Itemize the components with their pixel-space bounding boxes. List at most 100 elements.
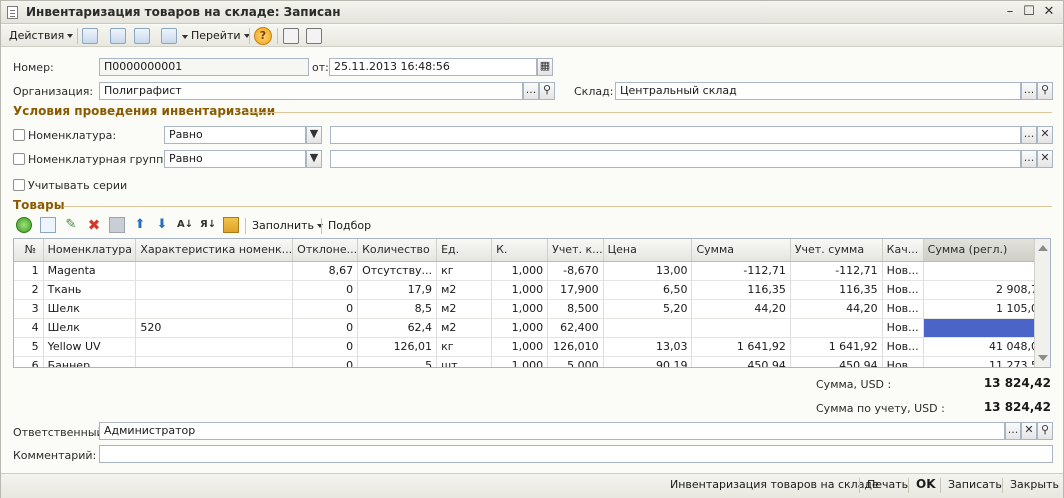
table-cell[interactable]: Ткань bbox=[43, 280, 137, 300]
move-down-icon[interactable]: ⬇ bbox=[154, 217, 170, 233]
post-close-icon[interactable] bbox=[82, 28, 98, 44]
group-clear-icon[interactable]: ✕ bbox=[1037, 150, 1053, 168]
column-header[interactable]: Учет. сумма bbox=[790, 239, 883, 262]
table-cell[interactable]: 6 bbox=[14, 356, 44, 367]
minimize-icon[interactable]: – bbox=[1001, 4, 1019, 20]
refresh-icon[interactable] bbox=[110, 28, 126, 44]
table-cell[interactable] bbox=[603, 318, 693, 338]
table-cell[interactable] bbox=[923, 318, 1050, 338]
table-cell[interactable]: 17,9 bbox=[357, 280, 438, 300]
column-header[interactable]: Номенклатура bbox=[43, 239, 137, 262]
table-cell[interactable]: Нов... bbox=[882, 356, 924, 367]
table-cell[interactable]: 5,000 bbox=[547, 356, 604, 367]
actions-menu[interactable]: Действия bbox=[9, 28, 74, 44]
table-cell[interactable]: 3 bbox=[14, 299, 44, 319]
table-row[interactable]: 5 Yellow UV 0 126,01 кг 1,000 126,010 13,03 1 64… bbox=[14, 337, 1050, 357]
group-select-icon[interactable]: ... bbox=[1021, 150, 1037, 168]
responsible-field[interactable]: Администратор bbox=[99, 422, 1005, 440]
table-cell[interactable]: 44,20 bbox=[790, 299, 883, 319]
column-header[interactable]: Отклоне... bbox=[292, 239, 359, 262]
calendar-icon[interactable]: ▦ bbox=[537, 58, 553, 76]
table-cell[interactable]: 62,4 bbox=[357, 318, 438, 338]
move-up-icon[interactable]: ⬆ bbox=[132, 217, 148, 233]
table-cell[interactable]: 450,94 bbox=[790, 356, 883, 367]
column-header[interactable]: Сумма bbox=[691, 239, 791, 262]
column-header[interactable]: Ед. bbox=[436, 239, 493, 262]
table-cell[interactable]: 11 273,50 bbox=[923, 356, 1050, 367]
table-cell[interactable]: Yellow UV bbox=[43, 337, 137, 357]
column-header[interactable]: Сумма (регл.) bbox=[923, 239, 1050, 262]
print-form-button[interactable]: Инвентаризация товаров на складе bbox=[670, 478, 879, 491]
table-cell[interactable]: Нов... bbox=[882, 280, 924, 300]
table-cell[interactable]: 1 641,92 bbox=[691, 337, 791, 357]
number-field[interactable]: П0000000001 bbox=[99, 58, 309, 76]
table-row[interactable]: 6 Баннер 0 5 шт 1,000 5,000 90,19 450,94 450,94 Но… bbox=[14, 356, 1050, 367]
nomenclature-op-dropdown-icon[interactable]: ▼ bbox=[306, 126, 322, 144]
table-cell[interactable]: Шелк bbox=[43, 299, 137, 319]
table-row[interactable]: 2 Ткань 0 17,9 м2 1,000 17,900 6,50 116,35 116,35… bbox=[14, 280, 1050, 300]
table-cell[interactable]: 17,900 bbox=[547, 280, 604, 300]
table-scrollbar[interactable] bbox=[1034, 239, 1050, 367]
table-cell[interactable]: 1,000 bbox=[491, 318, 549, 338]
barcode-icon[interactable] bbox=[223, 217, 239, 233]
table-cell[interactable]: 90,19 bbox=[603, 356, 693, 367]
warehouse-search-icon[interactable]: ⚲ bbox=[1037, 82, 1053, 100]
edit-row-icon[interactable]: ✎ bbox=[63, 217, 79, 233]
column-header[interactable]: Учет. к... bbox=[547, 239, 604, 262]
help-icon[interactable]: ? bbox=[254, 27, 272, 45]
table-cell[interactable]: 0 bbox=[292, 356, 359, 367]
table-cell[interactable] bbox=[135, 356, 294, 367]
table-cell[interactable]: кг bbox=[436, 337, 493, 357]
scroll-up-icon[interactable] bbox=[1038, 245, 1048, 251]
fill-menu[interactable]: Заполнить bbox=[252, 218, 323, 234]
table-cell[interactable]: Нов... bbox=[882, 337, 924, 357]
nomenclature-checkbox[interactable] bbox=[13, 129, 25, 141]
table-cell[interactable]: 126,01 bbox=[357, 337, 438, 357]
group-checkbox[interactable] bbox=[13, 153, 25, 165]
scroll-down-icon[interactable] bbox=[1038, 355, 1048, 361]
group-op-select[interactable]: Равно bbox=[164, 150, 306, 168]
table-row[interactable]: 4 Шелк 520 0 62,4 м2 1,000 62,400 Нов... bbox=[14, 318, 1050, 338]
nomenclature-op-select[interactable]: Равно bbox=[164, 126, 306, 144]
table-cell[interactable]: 2 908,75 bbox=[923, 280, 1050, 300]
goto-menu[interactable]: Перейти bbox=[191, 28, 250, 44]
table-cell[interactable]: 1,000 bbox=[491, 261, 549, 281]
table-cell[interactable]: 8,5 bbox=[357, 299, 438, 319]
end-edit-icon[interactable] bbox=[109, 217, 125, 233]
structure-icon[interactable] bbox=[283, 28, 299, 44]
column-header[interactable]: Кач... bbox=[882, 239, 924, 262]
sort-asc-icon[interactable]: A↓ bbox=[177, 217, 193, 233]
column-header[interactable]: К. bbox=[491, 239, 549, 262]
table-cell[interactable]: 1,000 bbox=[491, 280, 549, 300]
table-cell[interactable]: -112,71 bbox=[691, 261, 791, 281]
table-cell[interactable] bbox=[790, 318, 883, 338]
table-cell[interactable]: 5 bbox=[14, 337, 44, 357]
sort-desc-icon[interactable]: Я↓ bbox=[200, 217, 216, 233]
table-cell[interactable]: 520 bbox=[135, 318, 294, 338]
table-cell[interactable]: 450,94 bbox=[691, 356, 791, 367]
responsible-clear-icon[interactable]: ✕ bbox=[1021, 422, 1037, 440]
based-on-icon[interactable] bbox=[161, 28, 177, 44]
copy-icon[interactable] bbox=[134, 28, 150, 44]
table-cell[interactable]: Баннер bbox=[43, 356, 137, 367]
table-cell[interactable]: шт bbox=[436, 356, 493, 367]
table-cell[interactable] bbox=[923, 261, 1050, 281]
table-cell[interactable] bbox=[691, 318, 791, 338]
table-cell[interactable]: 126,010 bbox=[547, 337, 604, 357]
table-cell[interactable]: 1,000 bbox=[491, 356, 549, 367]
date-field[interactable]: 25.11.2013 16:48:56 bbox=[329, 58, 537, 76]
close-button[interactable]: Закрыть bbox=[1010, 478, 1059, 491]
close-icon[interactable]: ✕ bbox=[1040, 4, 1058, 20]
table-cell[interactable]: 2 bbox=[14, 280, 44, 300]
table-cell[interactable]: 8,67 bbox=[292, 261, 359, 281]
table-cell[interactable]: 6,50 bbox=[603, 280, 693, 300]
table-cell[interactable]: Нов... bbox=[882, 318, 924, 338]
table-cell[interactable]: 5 bbox=[357, 356, 438, 367]
table-cell[interactable]: 41 048,00 bbox=[923, 337, 1050, 357]
column-header[interactable]: Характеристика номенк... bbox=[135, 239, 294, 262]
save-button[interactable]: Записать bbox=[948, 478, 1002, 491]
table-cell[interactable]: Magenta bbox=[43, 261, 137, 281]
maximize-icon[interactable]: ☐ bbox=[1020, 4, 1038, 20]
table-cell[interactable]: 116,35 bbox=[691, 280, 791, 300]
table-cell[interactable]: -112,71 bbox=[790, 261, 883, 281]
